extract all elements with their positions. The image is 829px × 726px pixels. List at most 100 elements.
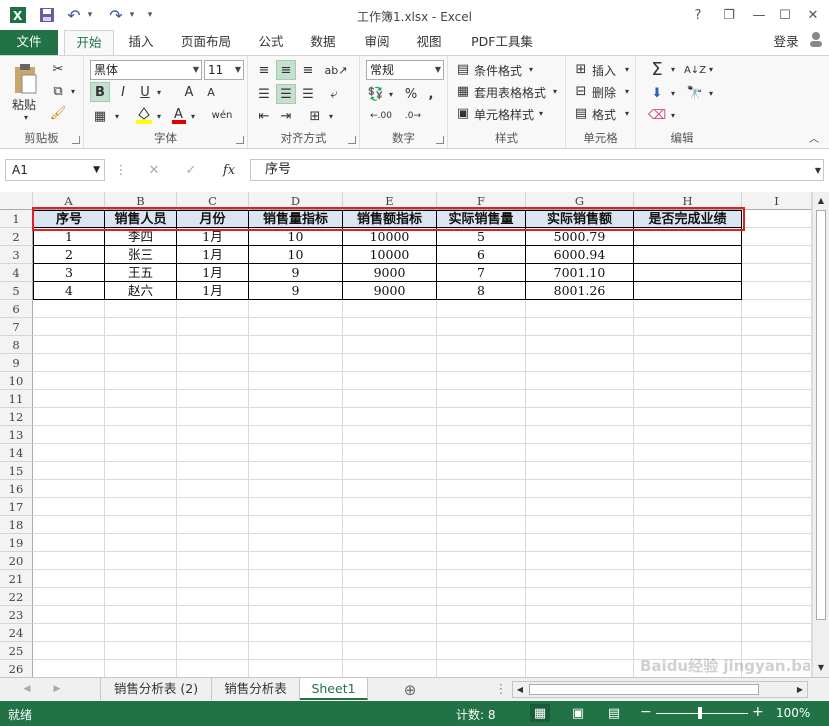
cell-g5[interactable]: 8001.26 (526, 282, 634, 300)
comma-style-button[interactable]: , (422, 84, 440, 104)
cell-h12[interactable] (634, 408, 742, 426)
align-right-icon[interactable]: ☰ (298, 84, 318, 104)
insert-function-button[interactable]: fx (218, 161, 240, 179)
cell-f5[interactable]: 8 (437, 282, 526, 300)
tab-insert[interactable]: 插入 (120, 30, 162, 55)
name-box[interactable]: A1 ▼ (5, 159, 105, 181)
cell-b7[interactable] (105, 318, 177, 336)
cell-d4[interactable]: 9 (249, 264, 343, 282)
sheet-tab-sales-analysis[interactable]: 销售分析表 (212, 678, 300, 700)
cell-d13[interactable] (249, 426, 343, 444)
row-header-1[interactable]: 1 (0, 210, 33, 228)
clipboard-launcher-icon[interactable] (72, 136, 80, 144)
cell-d12[interactable] (249, 408, 343, 426)
row-header-25[interactable]: 25 (0, 642, 33, 660)
sort-filter-icon[interactable]: A↓Z (684, 60, 706, 80)
cell-c24[interactable] (177, 624, 249, 642)
cell-f10[interactable] (437, 372, 526, 390)
row-header-2[interactable]: 2 (0, 228, 33, 246)
cell-g15[interactable] (526, 462, 634, 480)
cell-d19[interactable] (249, 534, 343, 552)
cell-b3[interactable]: 张三 (105, 246, 177, 264)
cell-d5[interactable]: 9 (249, 282, 343, 300)
zoom-slider[interactable] (656, 713, 748, 714)
cell-e2[interactable]: 10000 (343, 228, 437, 246)
table-header-cell[interactable]: 是否完成业绩 (634, 210, 742, 228)
cell-h5[interactable] (634, 282, 742, 300)
cell-d10[interactable] (249, 372, 343, 390)
cell-g11[interactable] (526, 390, 634, 408)
minimize-button[interactable]: — (746, 4, 772, 26)
cell-i14[interactable] (742, 444, 812, 462)
row-header-9[interactable]: 9 (0, 354, 33, 372)
cell-b20[interactable] (105, 552, 177, 570)
cell-b18[interactable] (105, 516, 177, 534)
cell-i19[interactable] (742, 534, 812, 552)
number-launcher-icon[interactable] (436, 136, 444, 144)
cell-e17[interactable] (343, 498, 437, 516)
column-header-i[interactable]: I (742, 192, 812, 210)
cell-f20[interactable] (437, 552, 526, 570)
cell-a9[interactable] (33, 354, 105, 372)
cell-e26[interactable] (343, 660, 437, 677)
cell-i21[interactable] (742, 570, 812, 588)
table-header-cell[interactable]: 实际销售额 (526, 210, 634, 228)
italic-button[interactable]: I (114, 82, 132, 102)
align-middle-icon[interactable]: ≡ (276, 60, 296, 80)
cell-g22[interactable] (526, 588, 634, 606)
cell-i9[interactable] (742, 354, 812, 372)
font-launcher-icon[interactable] (236, 136, 244, 144)
ribbon-display-options-icon[interactable]: ❐ (716, 4, 742, 26)
cell-d11[interactable] (249, 390, 343, 408)
cell-i24[interactable] (742, 624, 812, 642)
cell-g17[interactable] (526, 498, 634, 516)
cell-i11[interactable] (742, 390, 812, 408)
cell-h6[interactable] (634, 300, 742, 318)
cell-d23[interactable] (249, 606, 343, 624)
paste-icon[interactable] (10, 62, 40, 96)
cell-e19[interactable] (343, 534, 437, 552)
fill-color-dropdown-icon[interactable]: ▾ (154, 108, 164, 124)
column-header-a[interactable]: A (33, 192, 105, 210)
cell-a23[interactable] (33, 606, 105, 624)
row-header-20[interactable]: 20 (0, 552, 33, 570)
cell-g24[interactable] (526, 624, 634, 642)
cell-e6[interactable] (343, 300, 437, 318)
zoom-slider-thumb[interactable] (698, 707, 702, 719)
zoom-in-button[interactable]: + (752, 704, 764, 720)
cell-h22[interactable] (634, 588, 742, 606)
format-cells-icon[interactable]: ▤ (572, 104, 590, 122)
cell-f8[interactable] (437, 336, 526, 354)
currency-dropdown-icon[interactable]: ▾ (386, 86, 396, 102)
row-header-6[interactable]: 6 (0, 300, 33, 318)
row-header-21[interactable]: 21 (0, 570, 33, 588)
tab-home[interactable]: 开始 (64, 30, 114, 56)
clear-dropdown-icon[interactable]: ▾ (668, 108, 678, 122)
cell-b6[interactable] (105, 300, 177, 318)
find-select-icon[interactable]: 🔭 (684, 84, 706, 102)
cell-e24[interactable] (343, 624, 437, 642)
cell-g2[interactable]: 5000.79 (526, 228, 634, 246)
cell-c14[interactable] (177, 444, 249, 462)
cell-b4[interactable]: 王五 (105, 264, 177, 282)
cell-c8[interactable] (177, 336, 249, 354)
collapse-ribbon-icon[interactable]: ︿ (806, 130, 822, 145)
row-header-10[interactable]: 10 (0, 372, 33, 390)
row-header-3[interactable]: 3 (0, 246, 33, 264)
cell-h18[interactable] (634, 516, 742, 534)
format-as-table-button[interactable]: 套用表格格式 (474, 84, 546, 101)
alignment-launcher-icon[interactable] (348, 136, 356, 144)
cell-g18[interactable] (526, 516, 634, 534)
row-header-12[interactable]: 12 (0, 408, 33, 426)
tab-page-layout[interactable]: 页面布局 (174, 30, 238, 55)
cell-e7[interactable] (343, 318, 437, 336)
cell-d17[interactable] (249, 498, 343, 516)
cell-c26[interactable] (177, 660, 249, 677)
cell-h13[interactable] (634, 426, 742, 444)
cell-a19[interactable] (33, 534, 105, 552)
font-size-select[interactable]: 11 ▼ (204, 60, 244, 80)
cell-f22[interactable] (437, 588, 526, 606)
cell-g4[interactable]: 7001.10 (526, 264, 634, 282)
cell-g20[interactable] (526, 552, 634, 570)
cell-f13[interactable] (437, 426, 526, 444)
